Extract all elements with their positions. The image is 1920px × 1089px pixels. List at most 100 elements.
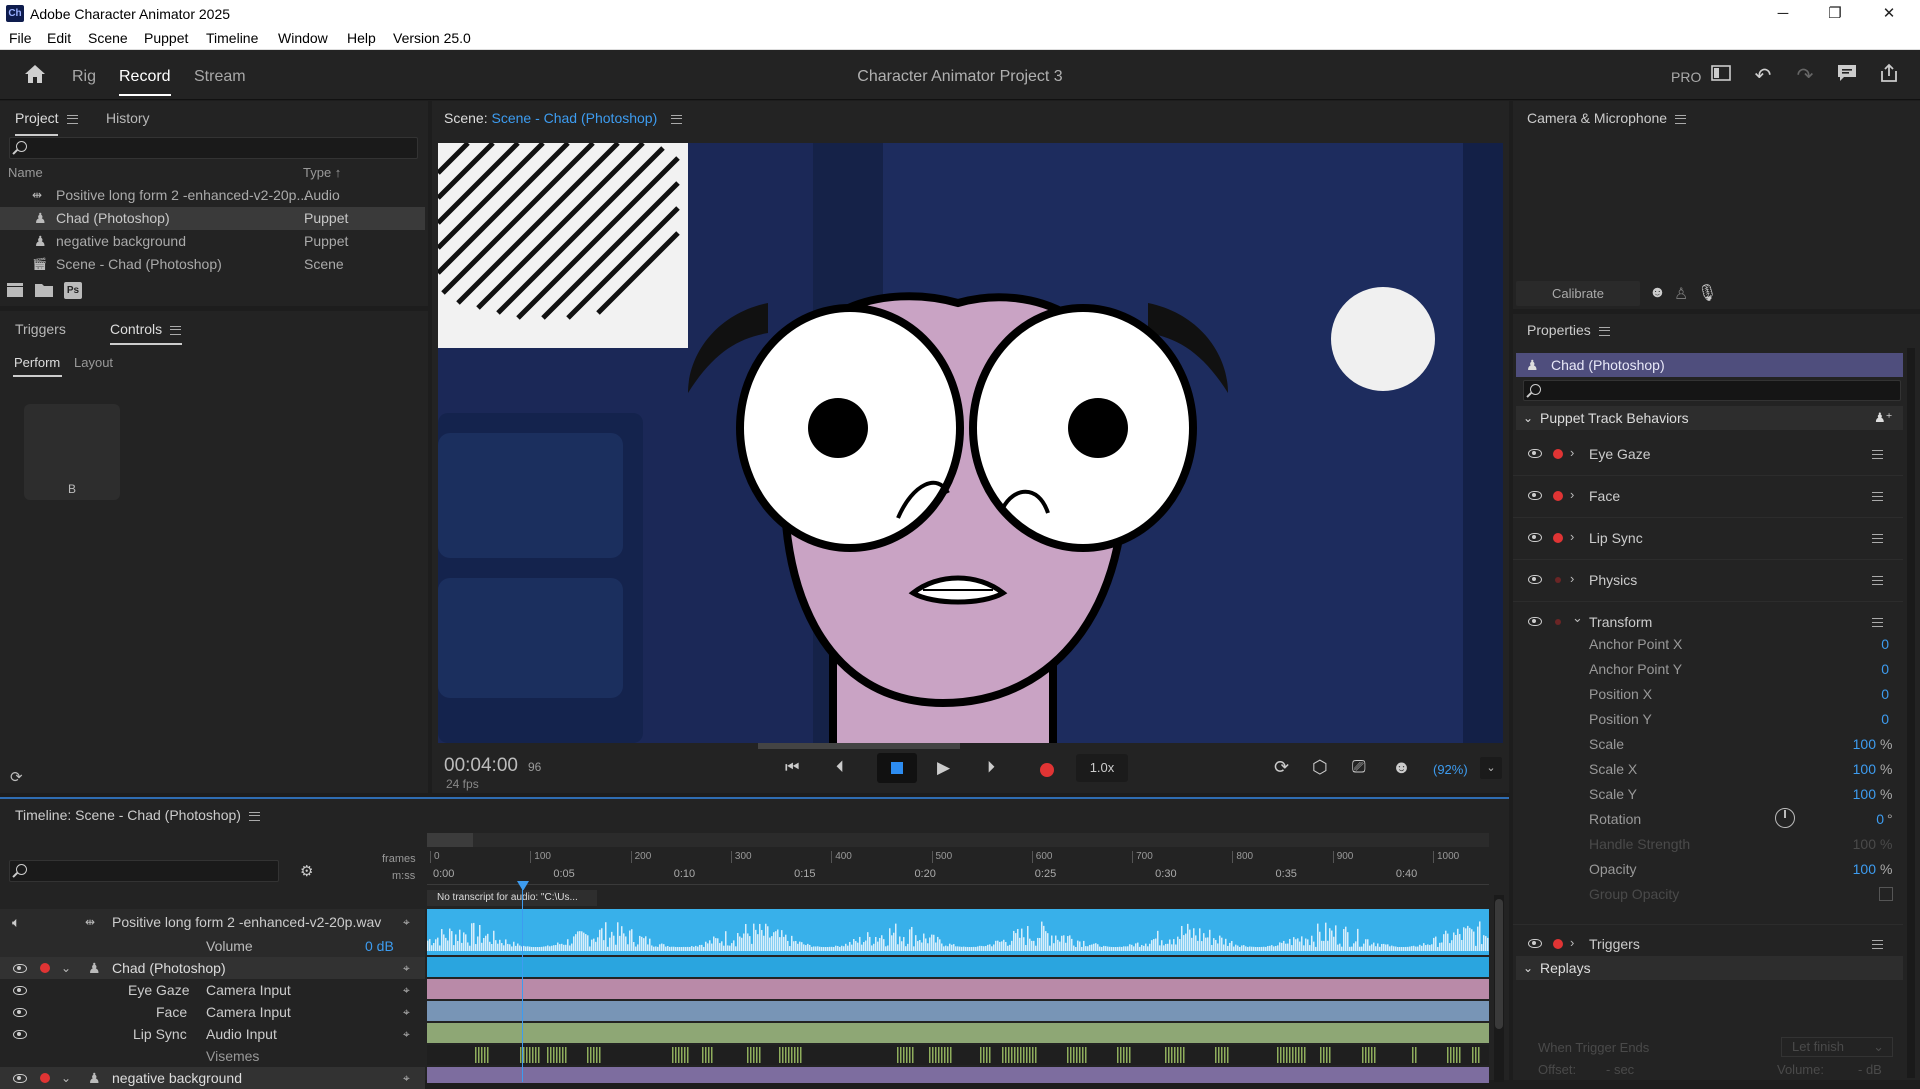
offset-value[interactable]: - sec: [1606, 1062, 1634, 1077]
eye-icon[interactable]: [13, 1030, 27, 1039]
menu-help[interactable]: Help: [347, 30, 376, 46]
behavior-row[interactable]: › Eye Gaze: [1513, 434, 1903, 476]
replay-icon[interactable]: ⬡: [1312, 757, 1328, 778]
camera-icon[interactable]: ☻: [1649, 284, 1666, 302]
track-header-background[interactable]: ⌄ ♟ negative background ⌖: [0, 1067, 425, 1089]
step-forward-icon[interactable]: ⏵: [987, 759, 995, 777]
rotation-dial-icon[interactable]: [1775, 808, 1795, 828]
refresh-icon[interactable]: ⟳: [10, 768, 26, 786]
eye-icon[interactable]: [13, 986, 27, 995]
new-scene-icon[interactable]: [7, 283, 23, 297]
menu-window[interactable]: Window: [278, 30, 328, 46]
eye-icon[interactable]: [1528, 617, 1542, 626]
prop-value[interactable]: 100: [1813, 786, 1876, 802]
photoshop-import-icon[interactable]: Ps: [64, 282, 82, 299]
timecode[interactable]: 00:04:00: [444, 755, 518, 777]
prop-value[interactable]: 0: [1813, 636, 1889, 652]
group-opacity-checkbox[interactable]: [1879, 887, 1893, 901]
behavior-menu-icon[interactable]: [1872, 940, 1883, 949]
lip-sync-track-bar[interactable]: [427, 1023, 1489, 1043]
puppet-track-behaviors-header[interactable]: ⌄ Puppet Track Behaviors ♟⁺: [1516, 406, 1903, 430]
timeline-title[interactable]: Timeline: Scene - Chad (Photoshop): [15, 807, 260, 823]
stop-button[interactable]: [877, 753, 917, 783]
project-item[interactable]: ♟ Chad (Photoshop) Puppet: [0, 207, 425, 230]
timeline-options-icon[interactable]: ⚙︎: [300, 862, 313, 880]
pin-icon[interactable]: ⌖: [403, 1067, 410, 1089]
selected-puppet[interactable]: ♟ Chad (Photoshop): [1516, 353, 1903, 377]
prop-value[interactable]: 100: [1813, 736, 1876, 752]
timeline-scroll-bar[interactable]: [427, 833, 1489, 847]
eye-icon[interactable]: [1528, 939, 1542, 948]
project-item[interactable]: ♟ negative background Puppet: [0, 230, 425, 253]
prop-value[interactable]: 100: [1813, 761, 1876, 777]
zoom-dropdown-icon[interactable]: ⌄: [1480, 757, 1502, 779]
trigger-button[interactable]: B: [24, 404, 120, 500]
scene-canvas[interactable]: [438, 143, 1503, 743]
chevron-down-icon[interactable]: ⌄: [61, 1067, 71, 1089]
face-tracking-icon[interactable]: ☻: [1392, 757, 1411, 778]
eye-icon[interactable]: [1528, 449, 1542, 458]
chevron-right-icon[interactable]: ›: [1570, 571, 1574, 586]
track-header-face[interactable]: Face Camera Input ⌖: [0, 1001, 425, 1023]
record-arm-icon[interactable]: [1553, 533, 1563, 543]
eye-icon[interactable]: [13, 964, 27, 973]
timeline-search-input[interactable]: [9, 860, 279, 882]
speaker-icon[interactable]: 🔈︎: [12, 909, 20, 935]
pin-icon[interactable]: ⌖: [403, 909, 410, 935]
eye-gaze-track-bar[interactable]: [427, 979, 1489, 999]
behavior-row[interactable]: › Triggers: [1513, 924, 1903, 960]
record-arm-icon[interactable]: [1555, 577, 1561, 583]
menu-edit[interactable]: Edit: [47, 30, 71, 46]
prop-value[interactable]: 0: [1813, 686, 1889, 702]
add-behavior-icon[interactable]: ♟⁺: [1874, 406, 1893, 430]
tab-controls[interactable]: Controls: [110, 321, 182, 337]
track-header-lip-sync[interactable]: Lip Sync Audio Input ⌖: [0, 1023, 425, 1045]
calibrate-button[interactable]: Calibrate: [1516, 281, 1640, 306]
maximize-button[interactable]: ❐: [1812, 0, 1858, 27]
prop-value[interactable]: 100: [1813, 861, 1876, 877]
home-icon[interactable]: [22, 63, 48, 89]
scene-name-link[interactable]: Scene - Chad (Photoshop): [491, 110, 657, 126]
properties-scrollbar[interactable]: [1907, 348, 1915, 1078]
track-header-eye-gaze[interactable]: Eye Gaze Camera Input ⌖: [0, 979, 425, 1001]
record-arm-icon[interactable]: [40, 963, 50, 973]
record-arm-icon[interactable]: [40, 1073, 50, 1083]
behavior-menu-icon[interactable]: [1872, 450, 1883, 459]
timeline-ruler[interactable]: 0 100 200 300 400 500 600 700 800 900 1000 0:00 0:05…: [427, 849, 1489, 885]
project-search-input[interactable]: [9, 137, 418, 159]
record-arm-icon[interactable]: [1553, 449, 1563, 459]
pin-icon[interactable]: ⌖: [403, 957, 410, 979]
menu-puppet[interactable]: Puppet: [144, 30, 188, 46]
track-header-puppet[interactable]: ⌄ ♟ Chad (Photoshop) ⌖: [0, 957, 425, 979]
behavior-menu-icon[interactable]: [1872, 492, 1883, 501]
chevron-right-icon[interactable]: ›: [1570, 935, 1574, 950]
let-finish-dropdown[interactable]: Let finish ⌄: [1781, 1037, 1893, 1057]
prop-value[interactable]: 0: [1813, 711, 1889, 727]
prop-value[interactable]: 0: [1813, 661, 1889, 677]
eye-icon[interactable]: [1528, 533, 1542, 542]
eye-icon[interactable]: [13, 1074, 27, 1083]
feedback-icon[interactable]: [1834, 63, 1860, 89]
behavior-row[interactable]: › Physics: [1513, 560, 1903, 602]
track-header-visemes[interactable]: Visemes: [0, 1045, 425, 1067]
record-arm-icon[interactable]: [1555, 619, 1561, 625]
face-track-bar[interactable]: [427, 1001, 1489, 1021]
menu-scene[interactable]: Scene: [88, 30, 128, 46]
behavior-menu-icon[interactable]: [1872, 576, 1883, 585]
microphone-icon[interactable]: 🎙︎: [1697, 283, 1717, 303]
chevron-down-icon[interactable]: ⌄: [61, 957, 71, 979]
behavior-row[interactable]: › Lip Sync: [1513, 518, 1903, 560]
properties-search-input[interactable]: [1523, 380, 1901, 401]
body-tracking-icon[interactable]: ♙: [1674, 284, 1688, 304]
tab-history[interactable]: History: [106, 110, 150, 126]
visemes-track[interactable]: [427, 1045, 1489, 1065]
eye-icon[interactable]: [1528, 575, 1542, 584]
volume-value[interactable]: - dB: [1858, 1062, 1882, 1077]
behavior-menu-icon[interactable]: [1872, 618, 1883, 627]
replays-header[interactable]: ⌄ Replays: [1516, 956, 1903, 980]
timeline-vertical-scrollbar[interactable]: [1494, 895, 1504, 1082]
pin-icon[interactable]: ⌖: [403, 1023, 410, 1045]
canvas-scrollbar[interactable]: [758, 743, 960, 749]
behavior-row[interactable]: › Face: [1513, 476, 1903, 518]
menu-file[interactable]: File: [9, 30, 32, 46]
